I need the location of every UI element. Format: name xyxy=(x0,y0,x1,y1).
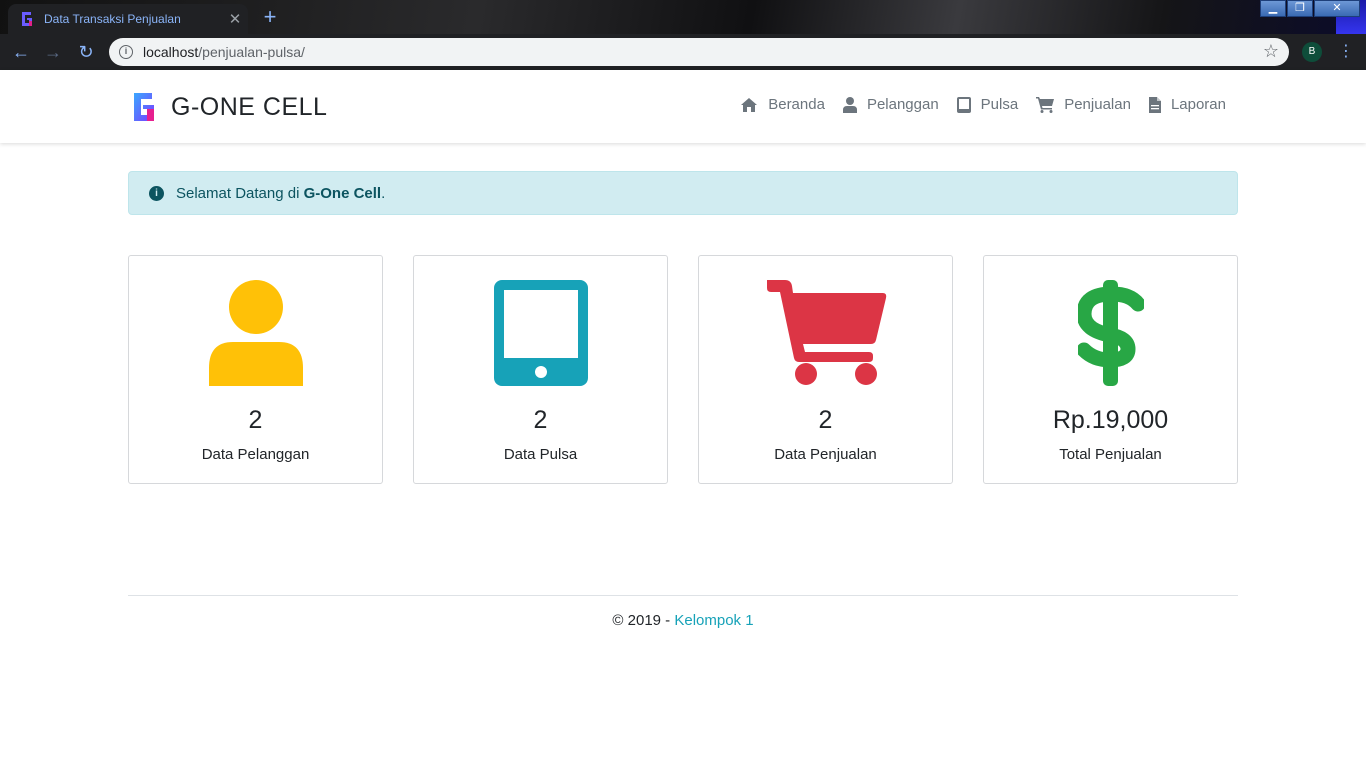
nav-beranda[interactable]: Beranda xyxy=(740,96,825,113)
nav-pulsa[interactable]: Pulsa xyxy=(956,96,1019,113)
footer-link[interactable]: Kelompok 1 xyxy=(674,612,753,629)
tab-close-icon[interactable]: ✕ xyxy=(222,10,248,28)
card-value: 2 xyxy=(533,406,548,434)
address-bar[interactable]: i localhost/penjualan-pulsa/ ☆ xyxy=(109,38,1289,66)
card-value: 2 xyxy=(818,406,833,434)
reload-button[interactable]: ↻ xyxy=(74,40,98,64)
home-icon xyxy=(741,97,758,112)
card-label: Data Pelanggan xyxy=(201,446,310,463)
card-total-penjualan[interactable]: Rp.19,000 Total Penjualan xyxy=(983,255,1238,484)
brand[interactable]: G-ONE CELL xyxy=(131,91,327,123)
card-label: Total Penjualan xyxy=(1059,446,1162,463)
nav-label: Laporan xyxy=(1170,96,1226,113)
bookmark-star-icon[interactable]: ☆ xyxy=(1263,41,1279,62)
gone-favicon-icon xyxy=(22,12,32,26)
alert-text: Selamat Datang di G-One Cell. xyxy=(176,184,386,202)
forward-button[interactable]: → xyxy=(41,40,65,64)
info-icon[interactable]: i xyxy=(119,45,133,59)
card-penjualan[interactable]: 2 Data Penjualan xyxy=(698,255,953,484)
nav-penjualan[interactable]: Penjualan xyxy=(1036,96,1131,113)
minimize-button[interactable]: ▁ xyxy=(1260,0,1286,17)
browser-tab[interactable]: Data Transaksi Penjualan ✕ xyxy=(8,4,248,34)
close-window-button[interactable]: ✕ xyxy=(1314,0,1360,17)
profile-avatar[interactable]: B xyxy=(1302,42,1322,62)
card-pelanggan[interactable]: 2 Data Pelanggan xyxy=(128,255,383,484)
site-navbar: G-ONE CELL Beranda Pelanggan Pulsa Penju… xyxy=(0,70,1366,143)
nav-pelanggan[interactable]: Pelanggan xyxy=(842,96,939,113)
nav-label: Beranda xyxy=(768,96,825,113)
cart-icon xyxy=(766,280,886,385)
user-icon xyxy=(208,280,303,386)
card-label: Data Pulsa xyxy=(503,446,578,463)
browser-toolbar: ← → ↻ i localhost/penjualan-pulsa/ ☆ B ⋮ xyxy=(0,34,1366,70)
brand-logo-icon xyxy=(134,93,154,121)
card-value: 2 xyxy=(248,406,263,434)
footer-divider xyxy=(128,595,1238,596)
cart-icon xyxy=(1036,96,1055,113)
info-circle-icon: i xyxy=(149,185,164,201)
browser-chrome: Data Transaksi Penjualan ✕ + ▁ ❐ ✕ ← → ↻… xyxy=(0,0,1366,70)
back-button[interactable]: ← xyxy=(9,40,33,64)
footer: © 2019 - Kelompok 1 xyxy=(0,612,1366,629)
nav-label: Penjualan xyxy=(1064,96,1131,113)
nav-label: Pulsa xyxy=(980,96,1019,113)
dollar-icon xyxy=(1077,280,1144,386)
tab-title: Data Transaksi Penjualan xyxy=(44,12,181,26)
welcome-alert: i Selamat Datang di G-One Cell. xyxy=(128,171,1238,215)
main-menu: Beranda Pelanggan Pulsa Penjualan Lapora… xyxy=(722,96,1226,113)
url-text: localhost/penjualan-pulsa/ xyxy=(143,44,305,60)
restore-button[interactable]: ❐ xyxy=(1287,0,1313,17)
brand-name: G-ONE CELL xyxy=(171,92,328,121)
browser-menu-icon[interactable]: ⋮ xyxy=(1338,40,1354,64)
user-icon xyxy=(842,96,857,113)
footer-copyright: © 2019 - xyxy=(612,612,675,629)
card-label: Data Penjualan xyxy=(774,446,877,463)
tablet-icon xyxy=(956,96,971,113)
new-tab-button[interactable]: + xyxy=(258,6,282,30)
nav-label: Pelanggan xyxy=(866,96,939,113)
card-pulsa[interactable]: 2 Data Pulsa xyxy=(413,255,668,484)
tablet-icon xyxy=(493,280,588,386)
window-controls: ▁ ❐ ✕ xyxy=(1259,0,1360,17)
file-icon xyxy=(1148,96,1161,113)
nav-laporan[interactable]: Laporan xyxy=(1148,96,1226,113)
card-value: Rp.19,000 xyxy=(1052,406,1169,434)
